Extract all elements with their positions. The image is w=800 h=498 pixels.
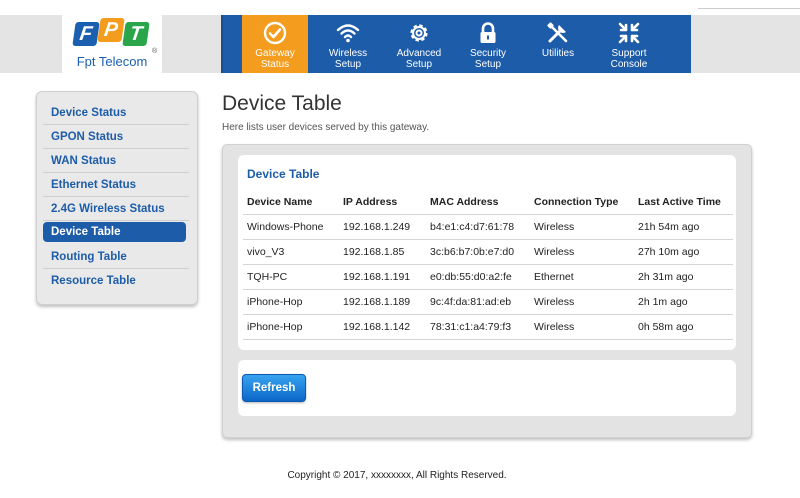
nav-label: Gateway Status (255, 48, 295, 70)
nav-wireless-setup[interactable]: Wireless Setup (315, 15, 381, 73)
cell-mac-address: 3c:b6:b7:0b:e7:d0 (426, 239, 530, 265)
lock-icon (480, 22, 496, 43)
nav-advanced-setup[interactable]: Advanced Setup (386, 15, 452, 73)
cell-mac-address: b4:e1:c4:d7:61:78 (426, 214, 530, 240)
sidebar: Device Status GPON Status WAN Status Eth… (36, 91, 198, 305)
cell-device-name: vivo_V3 (243, 239, 339, 265)
column-header: Device Name (243, 190, 339, 215)
nav-label: Security Setup (469, 48, 507, 70)
gear-icon (410, 24, 428, 42)
sidebar-item-wan-status[interactable]: WAN Status (43, 150, 189, 173)
footer-copyright: Copyright © 2017, xxxxxxxx, All Rights R… (287, 470, 507, 481)
logo-tiles: F P T ® (72, 18, 157, 55)
cell-ip-address: 192.168.1.142 (339, 314, 426, 340)
footer: Copyright © 2017, xxxxxxxx, All Rights R… (0, 470, 800, 481)
nav-utilities[interactable]: Utilities (525, 15, 591, 73)
nav-label: Wireless Setup (328, 48, 368, 70)
refresh-button[interactable]: Refresh (242, 374, 306, 402)
logo-tile-f: F (72, 22, 100, 46)
cell-mac-address: 78:31:c1:a4:79:f3 (426, 314, 530, 340)
button-card: Refresh (238, 360, 736, 416)
cell-connection-type: Wireless (530, 289, 634, 315)
device-table: Device Name IP Address MAC Address Conne… (243, 190, 733, 340)
cell-last-active: 2h 31m ago (634, 264, 733, 290)
table-row: Windows-Phone 192.168.1.249 b4:e1:c4:d7:… (243, 214, 733, 240)
nav-label: Advanced Setup (396, 48, 442, 70)
top-right-tab (698, 0, 800, 9)
cell-device-name: iPhone-Hop (243, 289, 339, 315)
cell-ip-address: 192.168.1.85 (339, 239, 426, 265)
cell-last-active: 27h 10m ago (634, 239, 733, 265)
cell-last-active: 2h 1m ago (634, 289, 733, 315)
cell-ip-address: 192.168.1.249 (339, 214, 426, 240)
logo-text: Fpt Telecom (76, 54, 148, 69)
nav-support-console[interactable]: Support Console (596, 15, 662, 73)
cell-connection-type: Ethernet (530, 264, 634, 290)
cell-device-name: Windows-Phone (243, 214, 339, 240)
column-header: Last Active Time (634, 190, 733, 215)
table-row: TQH-PC 192.168.1.191 e0:db:55:d0:a2:fe E… (243, 264, 733, 290)
column-header: IP Address (339, 190, 426, 215)
table-row: iPhone-Hop 192.168.1.142 78:31:c1:a4:79:… (243, 314, 733, 340)
nav-security-setup[interactable]: Security Setup (455, 15, 521, 73)
cell-connection-type: Wireless (530, 314, 634, 340)
cell-mac-address: e0:db:55:d0:a2:fe (426, 264, 530, 290)
cell-connection-type: Wireless (530, 214, 634, 240)
sidebar-item-device-status[interactable]: Device Status (43, 102, 189, 125)
nav-gateway-status[interactable]: Gateway Status (242, 15, 308, 73)
cell-ip-address: 192.168.1.189 (339, 289, 426, 315)
table-row: vivo_V3 192.168.1.85 3c:b6:b7:0b:e7:d0 W… (243, 239, 733, 265)
nav-label: Utilities (541, 48, 575, 59)
table-row: iPhone-Hop 192.168.1.189 9c:4f:da:81:ad:… (243, 289, 733, 315)
logo-tile-t: T (122, 22, 150, 46)
top-nav-bar: Gateway Status Wireless Setup Advanced S… (221, 15, 691, 73)
column-header: MAC Address (426, 190, 530, 215)
logo-tile-p: P (97, 18, 125, 42)
header-right-strip (698, 15, 800, 73)
fpt-logo[interactable]: F P T ® Fpt Telecom (62, 8, 162, 74)
cell-last-active: 0h 58m ago (634, 314, 733, 340)
sidebar-item-routing-table[interactable]: Routing Table (43, 246, 189, 269)
cell-device-name: TQH-PC (243, 264, 339, 290)
column-header: Connection Type (530, 190, 634, 215)
cell-mac-address: 9c:4f:da:81:ad:eb (426, 289, 530, 315)
sidebar-item-resource-table[interactable]: Resource Table (43, 270, 189, 293)
cell-device-name: iPhone-Hop (243, 314, 339, 340)
sidebar-item-wireless-status[interactable]: 2.4G Wireless Status (43, 198, 189, 221)
page-title: Device Table (222, 92, 342, 115)
cell-ip-address: 192.168.1.191 (339, 264, 426, 290)
wifi-icon (336, 24, 360, 43)
nav-label: Support Console (610, 48, 648, 70)
sidebar-item-gpon-status[interactable]: GPON Status (43, 126, 189, 149)
tools-icon (547, 22, 568, 43)
cell-connection-type: Wireless (530, 239, 634, 265)
sidebar-item-ethernet-status[interactable]: Ethernet Status (43, 174, 189, 197)
cell-last-active: 21h 54m ago (634, 214, 733, 240)
card-title: Device Table (247, 167, 320, 181)
device-table-card: Device Table Device Name IP Address MAC … (238, 155, 736, 350)
sidebar-item-device-table[interactable]: Device Table (43, 222, 186, 242)
check-circle-icon (263, 21, 287, 45)
page-subtitle: Here lists user devices served by this g… (222, 122, 430, 133)
table-header-row: Device Name IP Address MAC Address Conne… (243, 190, 733, 215)
main-panel: Device Table Device Name IP Address MAC … (222, 144, 752, 438)
compress-arrows-icon (618, 22, 640, 44)
